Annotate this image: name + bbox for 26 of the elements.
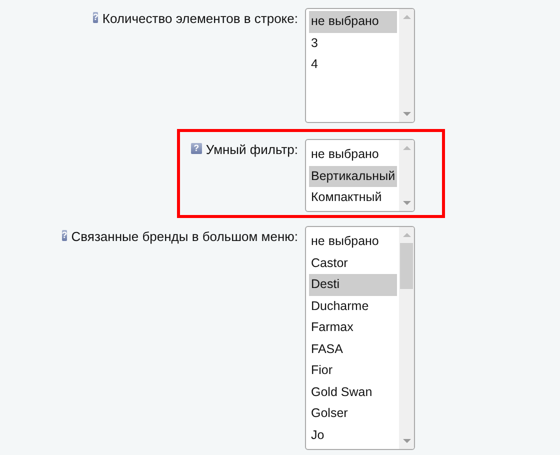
- field-label: Количество элементов в строке:: [102, 11, 298, 26]
- scroll-thumb[interactable]: [400, 243, 413, 289]
- list-option[interactable]: не выбрано: [309, 231, 397, 252]
- list-option[interactable]: Fior: [309, 360, 397, 382]
- list-option[interactable]: Компактный: [309, 187, 397, 208]
- list-option[interactable]: FASA: [309, 338, 397, 360]
- scrollbar[interactable]: [399, 9, 414, 122]
- list-option[interactable]: Вертикальный: [309, 166, 397, 187]
- list-option[interactable]: не выбрано: [309, 11, 397, 32]
- list-option[interactable]: Farmax: [309, 317, 397, 338]
- field-label: Связанные бренды в большом меню:: [71, 229, 298, 244]
- list-option[interactable]: Castor: [309, 252, 397, 274]
- scrollbar[interactable]: [399, 140, 414, 211]
- list-option[interactable]: Desti: [309, 274, 397, 296]
- field-label: Умный фильтр:: [206, 142, 298, 157]
- list-option[interactable]: 3: [309, 32, 397, 54]
- listbox[interactable]: не выбрано Castor Desti Ducharme Farmax FASA Fior Gold Swan Golser Jo: [305, 226, 415, 450]
- list-option[interactable]: Ducharme: [309, 296, 397, 317]
- listbox[interactable]: не выбрано Вертикальный Компактный: [305, 139, 415, 212]
- list-option[interactable]: Gold Swan: [309, 382, 397, 403]
- list-option[interactable]: не выбрано: [309, 144, 397, 166]
- list-option[interactable]: Golser: [309, 403, 397, 424]
- listbox[interactable]: не выбрано 3 4: [305, 8, 415, 123]
- list-option[interactable]: 4: [309, 54, 397, 76]
- scrollbar[interactable]: [399, 227, 414, 449]
- list-option[interactable]: Jo: [309, 424, 397, 446]
